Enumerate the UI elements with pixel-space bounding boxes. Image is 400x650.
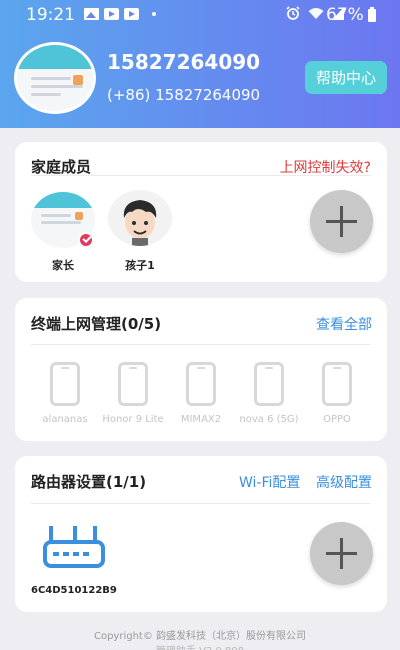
device-management-title: 终端上网管理(0/5) xyxy=(31,315,162,333)
image-icon xyxy=(84,8,99,20)
status-time: 19:21 xyxy=(26,5,75,25)
member-avatar-child[interactable] xyxy=(108,190,172,246)
more-notifications-dot xyxy=(152,12,156,16)
router-settings-card: 路由器设置(1/1) Wi-Fi配置 高级配置 6C4D510122B9 xyxy=(15,456,387,612)
help-center-button[interactable]: 帮助中心 xyxy=(305,61,387,94)
alarm-icon xyxy=(286,6,300,20)
status-bar: 19:21 67% xyxy=(0,0,400,30)
router-settings-title: 路由器设置(1/1) xyxy=(31,473,147,491)
control-failure-link[interactable]: 上网控制失效? xyxy=(280,157,371,177)
router-name: 6C4D510122B9 xyxy=(31,585,117,596)
advanced-config-link[interactable]: 高级配置 xyxy=(316,472,372,492)
version-text: 管理助手 V2.0.898 xyxy=(0,642,400,650)
battery-percent: 67% xyxy=(326,5,364,25)
youtube-icon xyxy=(124,8,139,20)
device-name: OPPO xyxy=(323,414,351,425)
family-members-card: 家庭成员 上网控制失效? 家长 孩子1 xyxy=(15,142,387,282)
youtube-icon xyxy=(104,8,119,20)
device-management-card: 终端上网管理(0/5) 查看全部 alananas Honor 9 Lite M… xyxy=(15,298,387,441)
phone-icon xyxy=(186,362,216,406)
status-notification-icons xyxy=(84,8,156,20)
user-phone: 15827264090 xyxy=(107,50,261,74)
family-members-title: 家庭成员 xyxy=(31,158,92,176)
router-icon[interactable] xyxy=(43,526,105,572)
phone-icon xyxy=(254,362,284,406)
divider xyxy=(31,175,371,176)
phone-icon xyxy=(50,362,80,406)
divider xyxy=(31,503,371,504)
user-avatar[interactable] xyxy=(14,42,96,114)
selected-check-icon xyxy=(78,232,94,248)
header-banner: 19:21 67% 15827264090 (+86) 15827264090 … xyxy=(0,0,400,128)
add-member-button[interactable] xyxy=(310,190,373,253)
wifi-icon xyxy=(308,7,324,19)
add-router-button[interactable] xyxy=(310,522,373,585)
divider xyxy=(31,344,371,345)
phone-icon xyxy=(322,362,352,406)
wifi-config-link[interactable]: Wi-Fi配置 xyxy=(239,472,300,492)
user-phone-intl: (+86) 15827264090 xyxy=(107,86,261,104)
phone-icon xyxy=(118,362,148,406)
view-all-link[interactable]: 查看全部 xyxy=(316,314,372,334)
child-face-icon xyxy=(123,200,157,246)
battery-icon xyxy=(368,7,376,22)
copyright-text: Copyright© 韵盛发科技（北京）股份有限公司 xyxy=(93,631,307,642)
member-name-parent: 家长 xyxy=(52,259,74,272)
member-name-child: 孩子1 xyxy=(125,259,155,272)
